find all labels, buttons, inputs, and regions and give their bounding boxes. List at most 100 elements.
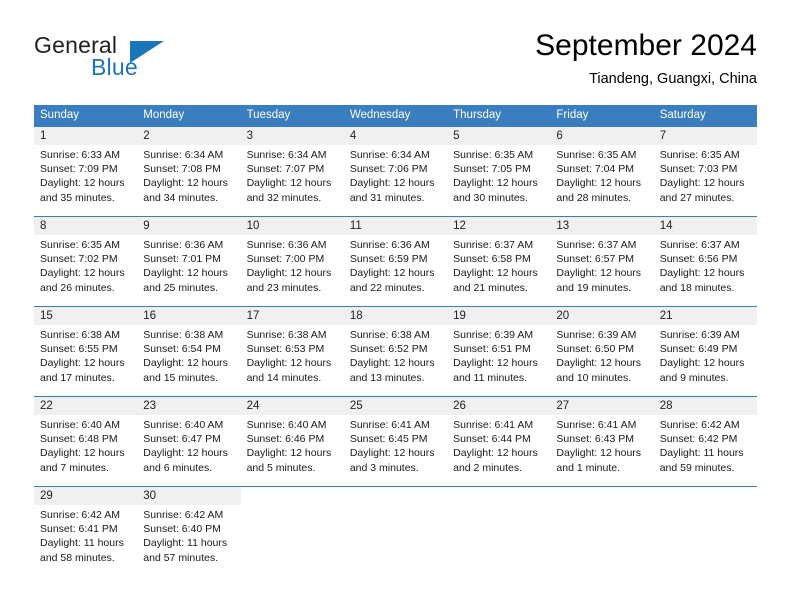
- day-details: Sunrise: 6:42 AM Sunset: 6:41 PM Daylight:…: [34, 505, 137, 565]
- calendar-cell: 30 Sunrise: 6:42 AM Sunset: 6:40 PM Dayligh…: [137, 486, 241, 576]
- day-detail-sunset: Sunset: 7:04 PM: [556, 163, 635, 176]
- calendar-cell: [447, 486, 551, 576]
- day-number: 14: [653, 217, 757, 235]
- brand-name-blue: Blue: [91, 54, 138, 80]
- day-detail-sunrise: Sunrise: 6:38 AM: [246, 329, 327, 341]
- day-detail-daylight2: and 21 minutes.: [453, 281, 528, 294]
- calendar-week-row: 29 Sunrise: 6:42 AM Sunset: 6:41 PM Dayligh…: [34, 486, 757, 576]
- day-cell[interactable]: 22 Sunrise: 6:40 AM Sunset: 6:48 PM Dayligh…: [34, 397, 138, 486]
- calendar-week-row: 22 Sunrise: 6:40 AM Sunset: 6:48 PM Dayligh…: [34, 396, 757, 487]
- day-detail-daylight2: and 28 minutes.: [556, 191, 632, 204]
- day-cell[interactable]: 17 Sunrise: 6:38 AM Sunset: 6:53 PM Dayligh…: [240, 307, 344, 396]
- day-detail-daylight2: and 25 minutes.: [143, 281, 218, 294]
- brand-logo[interactable]: General Blue: [34, 32, 234, 84]
- day-detail-daylight1: Daylight: 12 hours: [246, 357, 332, 370]
- day-detail-sunrise: Sunrise: 6:39 AM: [556, 329, 637, 341]
- calendar-cell: 1 Sunrise: 6:33 AM Sunset: 7:09 PM Daylight…: [34, 127, 138, 217]
- day-detail-daylight2: and 1 minute.: [556, 461, 621, 474]
- day-cell[interactable]: 14 Sunrise: 6:37 AM Sunset: 6:56 PM Dayligh…: [653, 217, 757, 306]
- day-cell[interactable]: 27 Sunrise: 6:41 AM Sunset: 6:43 PM Dayligh…: [550, 397, 654, 486]
- day-cell[interactable]: 21 Sunrise: 6:39 AM Sunset: 6:49 PM Dayligh…: [653, 307, 757, 396]
- day-detail-daylight1: Daylight: 11 hours: [659, 447, 744, 460]
- calendar-cell: 13 Sunrise: 6:37 AM Sunset: 6:57 PM Dayligh…: [550, 216, 654, 307]
- day-cell[interactable]: 15 Sunrise: 6:38 AM Sunset: 6:55 PM Dayligh…: [34, 307, 138, 396]
- day-cell[interactable]: 2 Sunrise: 6:34 AM Sunset: 7:08 PM Daylight…: [137, 127, 241, 216]
- day-details: Sunrise: 6:38 AM Sunset: 6:54 PM Daylight:…: [137, 325, 240, 385]
- day-cell[interactable]: 13 Sunrise: 6:37 AM Sunset: 6:57 PM Dayligh…: [550, 217, 654, 306]
- day-cell[interactable]: 28 Sunrise: 6:42 AM Sunset: 6:42 PM Dayligh…: [653, 397, 757, 486]
- weekday-header-saturday: Saturday: [653, 105, 757, 127]
- day-detail-sunrise: Sunrise: 6:34 AM: [349, 149, 430, 161]
- day-cell[interactable]: 5 Sunrise: 6:35 AM Sunset: 7:05 PM Daylight…: [447, 127, 551, 216]
- day-cell[interactable]: 3 Sunrise: 6:34 AM Sunset: 7:07 PM Daylight…: [240, 127, 344, 216]
- day-detail-sunset: Sunset: 6:55 PM: [40, 343, 118, 356]
- day-cell[interactable]: 29 Sunrise: 6:42 AM Sunset: 6:41 PM Dayligh…: [34, 487, 138, 576]
- day-cell[interactable]: 1 Sunrise: 6:33 AM Sunset: 7:09 PM Daylight…: [34, 127, 138, 216]
- calendar-cell: 6 Sunrise: 6:35 AM Sunset: 7:04 PM Daylight…: [550, 127, 654, 217]
- calendar-header-row: Sunday Monday Tuesday Wednesday Thursday…: [34, 105, 757, 127]
- day-detail-sunset: Sunset: 7:08 PM: [143, 163, 221, 176]
- day-details: Sunrise: 6:39 AM Sunset: 6:49 PM Daylight:…: [654, 325, 757, 385]
- day-details: Sunrise: 6:41 AM Sunset: 6:44 PM Daylight:…: [447, 415, 550, 475]
- day-detail-daylight1: Daylight: 12 hours: [40, 177, 125, 190]
- page-header: General Blue September 2024 Tiandeng, Gu…: [34, 28, 757, 98]
- day-cell[interactable]: 24 Sunrise: 6:40 AM Sunset: 6:46 PM Dayligh…: [240, 397, 344, 486]
- calendar-cell: 8 Sunrise: 6:35 AM Sunset: 7:02 PM Daylight…: [34, 216, 138, 307]
- day-cell[interactable]: 12 Sunrise: 6:37 AM Sunset: 6:58 PM Dayligh…: [447, 217, 551, 306]
- day-detail-sunset: Sunset: 6:48 PM: [40, 433, 118, 446]
- day-cell[interactable]: 4 Sunrise: 6:34 AM Sunset: 7:06 PM Daylight…: [343, 127, 448, 216]
- day-number: 22: [34, 397, 138, 415]
- weekday-header-thursday: Thursday: [447, 105, 551, 127]
- day-detail-daylight1: Daylight: 12 hours: [659, 177, 745, 190]
- day-number: 26: [447, 397, 551, 415]
- day-details: Sunrise: 6:35 AM Sunset: 7:02 PM Daylight:…: [34, 235, 137, 295]
- day-cell[interactable]: 20 Sunrise: 6:39 AM Sunset: 6:50 PM Dayligh…: [550, 307, 654, 396]
- day-detail-sunrise: Sunrise: 6:39 AM: [453, 329, 534, 341]
- day-cell[interactable]: 10 Sunrise: 6:36 AM Sunset: 7:00 PM Dayligh…: [240, 217, 344, 306]
- day-cell[interactable]: 26 Sunrise: 6:41 AM Sunset: 6:44 PM Dayligh…: [447, 397, 551, 486]
- day-detail-daylight1: Daylight: 12 hours: [453, 357, 538, 370]
- day-cell[interactable]: 18 Sunrise: 6:38 AM Sunset: 6:52 PM Dayligh…: [343, 307, 448, 396]
- day-detail-sunset: Sunset: 6:40 PM: [143, 523, 221, 536]
- day-detail-daylight2: and 9 minutes.: [659, 371, 729, 384]
- day-detail-daylight2: and 17 minutes.: [40, 371, 115, 384]
- day-number: 21: [653, 307, 757, 325]
- day-detail-daylight1: Daylight: 12 hours: [40, 357, 125, 370]
- calendar-cell: 7 Sunrise: 6:35 AM Sunset: 7:03 PM Daylight…: [653, 127, 757, 217]
- day-cell[interactable]: 6 Sunrise: 6:35 AM Sunset: 7:04 PM Daylight…: [550, 127, 654, 216]
- calendar-cell: 20 Sunrise: 6:39 AM Sunset: 6:50 PM Dayligh…: [550, 306, 654, 397]
- day-detail-daylight1: Daylight: 12 hours: [143, 177, 228, 190]
- calendar-cell: 9 Sunrise: 6:36 AM Sunset: 7:01 PM Daylight…: [137, 216, 241, 307]
- calendar-cell: [343, 486, 448, 576]
- day-detail-sunrise: Sunrise: 6:33 AM: [40, 149, 120, 161]
- day-detail-sunset: Sunset: 7:01 PM: [143, 253, 221, 266]
- day-cell[interactable]: 19 Sunrise: 6:39 AM Sunset: 6:51 PM Dayligh…: [447, 307, 551, 396]
- day-cell[interactable]: 16 Sunrise: 6:38 AM Sunset: 6:54 PM Dayligh…: [137, 307, 241, 396]
- day-detail-daylight2: and 5 minutes.: [246, 461, 316, 474]
- day-detail-daylight1: Daylight: 12 hours: [349, 357, 435, 370]
- day-cell[interactable]: 25 Sunrise: 6:41 AM Sunset: 6:45 PM Dayligh…: [343, 397, 448, 486]
- day-cell[interactable]: 30 Sunrise: 6:42 AM Sunset: 6:40 PM Dayligh…: [137, 487, 241, 576]
- day-detail-daylight1: Daylight: 12 hours: [453, 267, 538, 280]
- day-detail-sunset: Sunset: 6:54 PM: [143, 343, 221, 356]
- day-detail-daylight1: Daylight: 12 hours: [349, 267, 435, 280]
- day-cell[interactable]: 8 Sunrise: 6:35 AM Sunset: 7:02 PM Daylight…: [34, 217, 138, 306]
- day-detail-daylight1: Daylight: 12 hours: [143, 267, 228, 280]
- day-detail-sunrise: Sunrise: 6:41 AM: [556, 419, 637, 431]
- day-detail-sunset: Sunset: 6:47 PM: [143, 433, 221, 446]
- calendar-cell: 3 Sunrise: 6:34 AM Sunset: 7:07 PM Daylight…: [240, 127, 344, 217]
- day-cell[interactable]: 23 Sunrise: 6:40 AM Sunset: 6:47 PM Dayligh…: [137, 397, 241, 486]
- day-details: Sunrise: 6:36 AM Sunset: 6:59 PM Daylight:…: [344, 235, 447, 295]
- day-detail-daylight1: Daylight: 12 hours: [143, 357, 228, 370]
- day-cell[interactable]: 7 Sunrise: 6:35 AM Sunset: 7:03 PM Daylight…: [653, 127, 757, 216]
- calendar-week-row: 15 Sunrise: 6:38 AM Sunset: 6:55 PM Dayligh…: [34, 306, 757, 397]
- day-detail-daylight2: and 10 minutes.: [556, 371, 632, 384]
- day-number: 24: [240, 397, 344, 415]
- day-number: [550, 487, 653, 505]
- day-cell[interactable]: 11 Sunrise: 6:36 AM Sunset: 6:59 PM Dayligh…: [343, 217, 448, 306]
- day-detail-daylight1: Daylight: 12 hours: [349, 447, 435, 460]
- day-cell[interactable]: 9 Sunrise: 6:36 AM Sunset: 7:01 PM Daylight…: [137, 217, 241, 306]
- day-detail-daylight1: Daylight: 12 hours: [659, 267, 745, 280]
- day-detail-daylight2: and 35 minutes.: [40, 191, 115, 204]
- day-details: Sunrise: 6:33 AM Sunset: 7:09 PM Daylight:…: [34, 145, 137, 205]
